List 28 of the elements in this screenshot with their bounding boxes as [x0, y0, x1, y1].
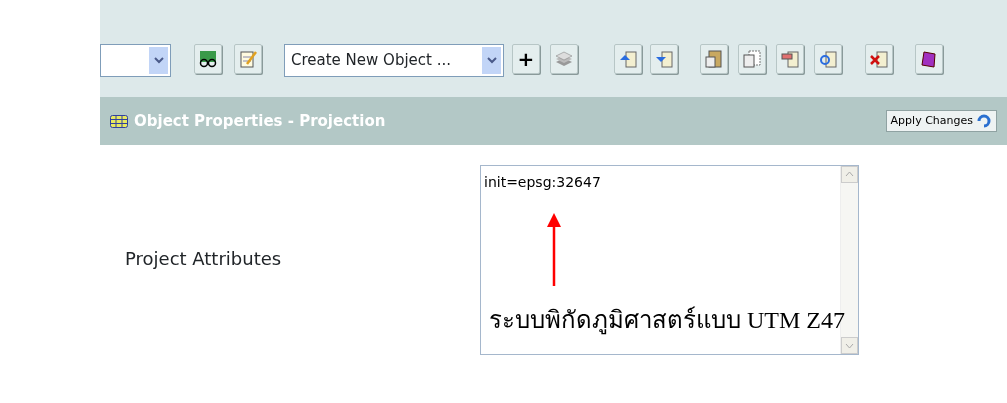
table-icon: [110, 114, 128, 128]
documents-icon: [742, 49, 762, 69]
document-down-arrow-icon: [654, 49, 674, 69]
chevron-down-icon: [153, 57, 164, 64]
field-label: Project Attributes: [125, 247, 283, 271]
map-binoculars-icon: [198, 49, 218, 69]
document-delete-icon: [869, 49, 889, 69]
chevron-down-icon: [486, 57, 497, 64]
document-up-arrow-icon: [618, 49, 638, 69]
dropdown[interactable]: Create New Object ...: [284, 44, 504, 77]
add-button[interactable]: +: [512, 44, 540, 74]
annotation-text: ระบบพิกัดภูมิศาสตร์แบบ UTM Z47: [489, 305, 845, 337]
text-area-frame[interactable]: init=epsg:32647 ระบบพิกัดภูมิศาสตร์แบบ UTM Z47: [480, 165, 859, 355]
document-eraser-icon: [780, 49, 800, 69]
document-down-arrow-button[interactable]: [650, 44, 678, 74]
apply-changes-button[interactable]: Apply Changes: [885, 109, 997, 133]
document-up-arrow-button[interactable]: [614, 44, 642, 74]
map-binoculars-button[interactable]: [194, 44, 222, 74]
dropdown[interactable]: [100, 44, 171, 77]
panel-title: Object Properties - Projection: [134, 110, 386, 132]
notepad-pencil-button[interactable]: [234, 44, 262, 74]
layers-button[interactable]: [550, 44, 578, 74]
document-eraser-button[interactable]: [776, 44, 804, 74]
refresh-icon: [976, 113, 992, 129]
notepad-pencil-icon: [238, 49, 258, 69]
documents-button[interactable]: [738, 44, 766, 74]
layers-icon: [554, 49, 574, 69]
document-delete-button[interactable]: [865, 44, 893, 74]
